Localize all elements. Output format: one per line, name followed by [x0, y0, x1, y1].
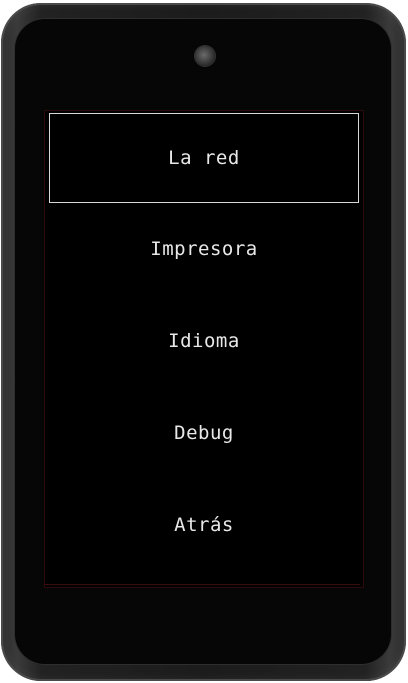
menu-item-la-red[interactable]: La red — [49, 113, 359, 203]
menu-item-atras[interactable]: Atrás — [49, 480, 359, 570]
menu-item-label: La red — [168, 147, 240, 169]
menu-item-label: Idioma — [168, 330, 240, 352]
screen-bottom-divider — [44, 584, 360, 585]
menu-item-impresora[interactable]: Impresora — [49, 204, 359, 294]
menu-item-debug[interactable]: Debug — [49, 388, 359, 478]
menu-screen: La red Impresora Idioma Debug Atrás — [44, 110, 364, 588]
camera-lens-icon — [195, 46, 215, 66]
menu-item-label: Atrás — [174, 514, 234, 536]
menu-item-idioma[interactable]: Idioma — [49, 296, 359, 386]
menu-item-label: Impresora — [150, 238, 258, 260]
menu-item-label: Debug — [174, 422, 234, 444]
